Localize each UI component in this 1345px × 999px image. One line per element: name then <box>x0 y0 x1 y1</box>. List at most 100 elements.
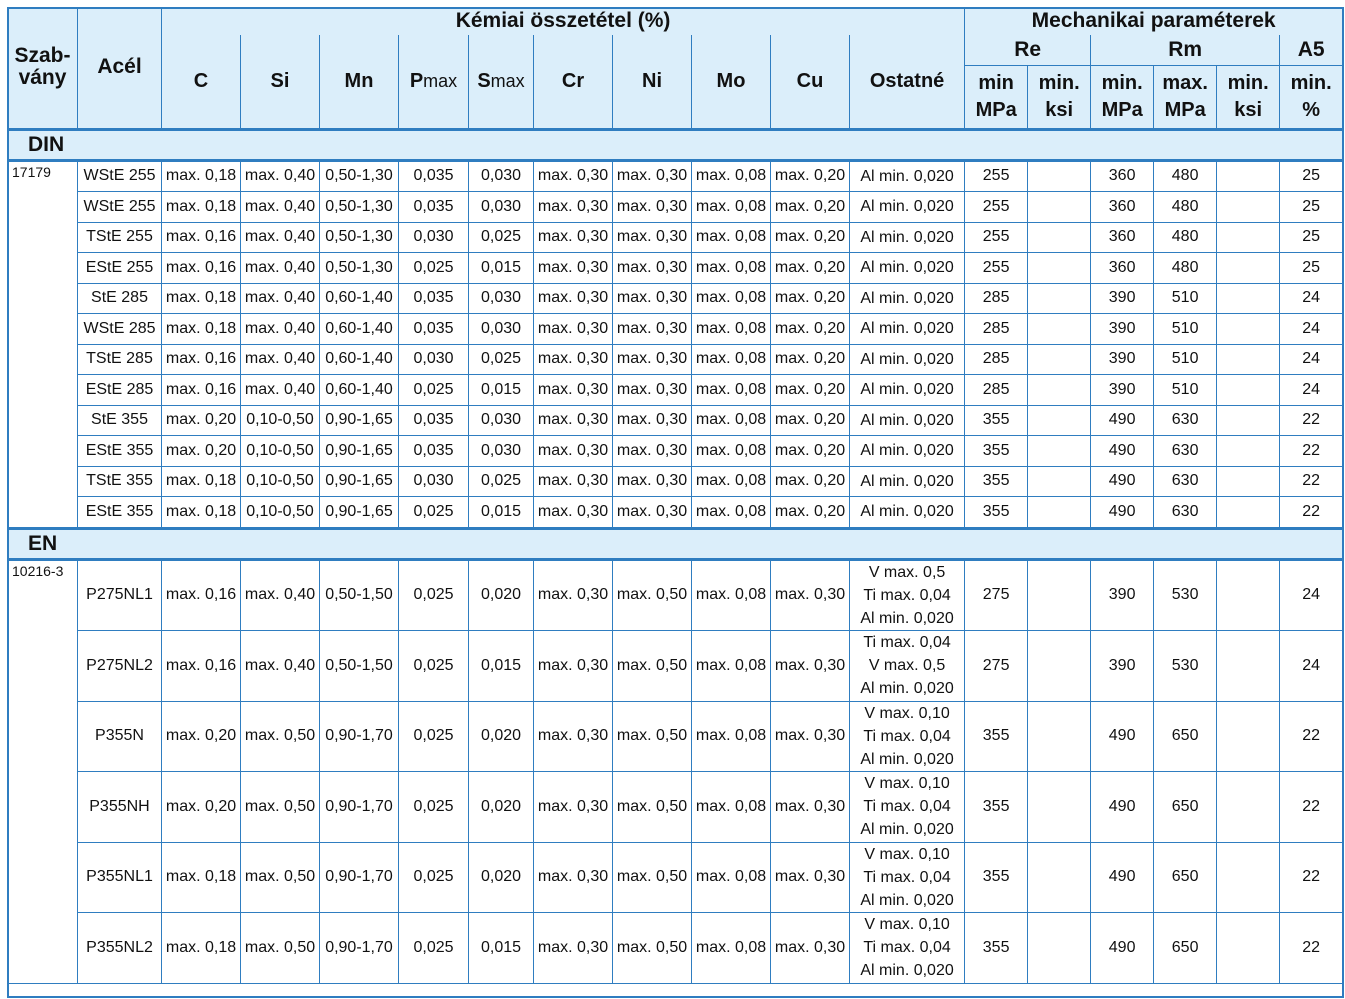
cell-si: max. 0,40 <box>240 374 320 406</box>
cell-re-mpa: 355 <box>964 465 1029 497</box>
cell-other: Al min. 0,020 <box>848 465 966 497</box>
cell-re-ksi <box>1027 435 1092 467</box>
cell-ni: max. 0,50 <box>612 771 692 843</box>
cell-a5: 22 <box>1279 771 1344 843</box>
cell-ni: max. 0,30 <box>612 374 692 406</box>
cell-cu: max. 0,20 <box>770 435 850 467</box>
cell-c: max. 0,16 <box>161 374 241 406</box>
header-element-other: Ostatné <box>848 35 966 131</box>
cell-si: max. 0,40 <box>240 252 320 284</box>
table-body: DIN 17179 WStE 255 max. 0,18 max. 0,40 0,50-1… <box>6 128 1344 984</box>
cell-ni: max. 0,50 <box>612 700 692 772</box>
section-row: EN <box>6 526 1344 560</box>
cell-rm-max: 650 <box>1153 700 1218 772</box>
cell-rm-min: 360 <box>1090 158 1155 192</box>
table-row: TStE 355 max. 0,18 0,10-0,50 0,90-1,65 0,030… <box>8 465 1344 497</box>
cell-s: 0,015 <box>468 374 534 406</box>
cell-re-mpa: 275 <box>964 630 1029 702</box>
cell-cu: max. 0,20 <box>770 191 850 223</box>
cell-cu: max. 0,20 <box>770 252 850 284</box>
cell-rm-max: 510 <box>1153 313 1218 345</box>
cell-ni: max. 0,50 <box>612 630 692 702</box>
cell-mo: max. 0,08 <box>691 282 771 314</box>
cell-re-ksi <box>1027 313 1092 345</box>
cell-cr: max. 0,30 <box>533 343 613 375</box>
header-rm-min-ksi: min. ksi <box>1216 65 1281 131</box>
cell-mo: max. 0,08 <box>691 313 771 345</box>
cell-rm-min: 360 <box>1090 221 1155 253</box>
cell-mo: max. 0,08 <box>691 630 771 702</box>
cell-rm-max: 630 <box>1153 496 1218 529</box>
cell-other: Al min. 0,020 <box>848 435 966 467</box>
header-re-group: Re <box>964 35 1092 66</box>
cell-a5: 22 <box>1279 912 1344 984</box>
cell-other: V max. 0,10 Ti max. 0,04 Al min. 0,020 <box>848 771 966 843</box>
cell-c: max. 0,20 <box>161 435 241 467</box>
cell-p: 0,035 <box>398 313 469 345</box>
table-row: P355NL1 max. 0,18 max. 0,50 0,90-1,70 0,025 0… <box>8 841 1344 913</box>
steel-cell: EStE 285 <box>77 374 162 406</box>
cell-rm-max: 510 <box>1153 343 1218 375</box>
cell-cr: max. 0,30 <box>533 465 613 497</box>
cell-a5: 25 <box>1279 158 1344 192</box>
cell-cr: max. 0,30 <box>533 313 613 345</box>
cell-re-ksi <box>1027 465 1092 497</box>
cell-a5: 25 <box>1279 252 1344 284</box>
header-element-ni: Ni <box>612 35 692 131</box>
cell-cr: max. 0,30 <box>533 374 613 406</box>
cell-re-ksi <box>1027 841 1092 913</box>
cell-cu: max. 0,20 <box>770 313 850 345</box>
table-header: Szab-vány Acél Kémiai összetétel (%) Mec… <box>7 7 1344 131</box>
cell-p: 0,025 <box>398 496 469 529</box>
cell-a5: 24 <box>1279 557 1344 631</box>
steel-cell: StE 285 <box>77 282 162 314</box>
table-row: P355NL2 max. 0,18 max. 0,50 0,90-1,70 0,025 0… <box>8 912 1344 984</box>
cell-c: max. 0,18 <box>161 158 241 192</box>
cell-rm-min: 490 <box>1090 404 1155 436</box>
header-rm-min-mpa: min. MPa <box>1090 65 1155 131</box>
table-row: EStE 255 max. 0,16 max. 0,40 0,50-1,30 0,025… <box>8 252 1344 284</box>
cell-s: 0,020 <box>468 771 534 843</box>
cell-rm-max: 480 <box>1153 252 1218 284</box>
cell-mn: 0,50-1,30 <box>319 221 399 253</box>
cell-p: 0,035 <box>398 282 469 314</box>
cell-p: 0,025 <box>398 841 469 913</box>
steel-cell: TStE 355 <box>77 465 162 497</box>
cell-mn: 0,60-1,40 <box>319 282 399 314</box>
cell-rm-max: 630 <box>1153 404 1218 436</box>
cell-ni: max. 0,30 <box>612 343 692 375</box>
cell-ni: max. 0,30 <box>612 496 692 529</box>
cell-re-ksi <box>1027 374 1092 406</box>
cell-cr: max. 0,30 <box>533 912 613 984</box>
cell-cu: max. 0,20 <box>770 343 850 375</box>
cell-ni: max. 0,30 <box>612 221 692 253</box>
cell-mo: max. 0,08 <box>691 435 771 467</box>
cell-mo: max. 0,08 <box>691 221 771 253</box>
cell-a5: 22 <box>1279 700 1344 772</box>
cell-p: 0,025 <box>398 252 469 284</box>
steel-cell: WStE 255 <box>77 191 162 223</box>
steel-cell: TStE 255 <box>77 221 162 253</box>
cell-re-ksi <box>1027 343 1092 375</box>
cell-cu: max. 0,20 <box>770 404 850 436</box>
cell-rm-ksi <box>1216 435 1281 467</box>
cell-p: 0,030 <box>398 221 469 253</box>
cell-si: max. 0,50 <box>240 841 320 913</box>
cell-re-mpa: 285 <box>964 313 1029 345</box>
cell-a5: 25 <box>1279 191 1344 223</box>
cell-s: 0,015 <box>468 912 534 984</box>
cell-re-ksi <box>1027 282 1092 314</box>
cell-mn: 0,50-1,30 <box>319 252 399 284</box>
cell-cr: max. 0,30 <box>533 282 613 314</box>
header-a5-min-percent: min.% <box>1279 65 1344 131</box>
steel-cell: P275NL1 <box>77 557 162 631</box>
cell-c: max. 0,18 <box>161 465 241 497</box>
steel-cell: TStE 285 <box>77 343 162 375</box>
cell-other: Al min. 0,020 <box>848 343 966 375</box>
cell-rm-ksi <box>1216 158 1281 192</box>
cell-ni: max. 0,30 <box>612 435 692 467</box>
cell-mo: max. 0,08 <box>691 496 771 529</box>
cell-re-ksi <box>1027 404 1092 436</box>
header-re-min-mpa: min MPa <box>964 65 1029 131</box>
cell-rm-min: 490 <box>1090 496 1155 529</box>
